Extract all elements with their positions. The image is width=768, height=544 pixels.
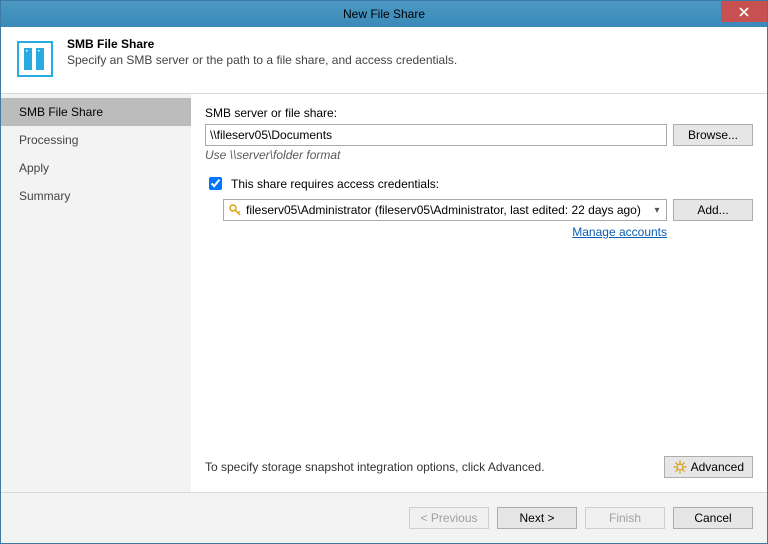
wizard-footer: < Previous Next > Finish Cancel: [1, 492, 767, 543]
header-subtitle: Specify an SMB server or the path to a f…: [67, 53, 457, 67]
smb-share-icon: [15, 39, 55, 79]
credentials-selected: fileserv05\Administrator (fileserv05\Adm…: [246, 203, 646, 217]
wizard-content: SMB server or file share: Browse... Use …: [191, 94, 767, 492]
add-credentials-button[interactable]: Add...: [673, 199, 753, 221]
advanced-button[interactable]: Advanced: [664, 456, 753, 478]
sidebar-item-label: Processing: [19, 133, 78, 147]
gear-icon: [673, 460, 687, 474]
header-title: SMB File Share: [67, 37, 457, 51]
credentials-checkbox-label: This share requires access credentials:: [231, 177, 439, 191]
sidebar-item-label: Summary: [19, 189, 70, 203]
sidebar-item-apply[interactable]: Apply: [1, 154, 191, 182]
cancel-button[interactable]: Cancel: [673, 507, 753, 529]
credentials-checkbox[interactable]: [209, 177, 222, 190]
manage-accounts-link[interactable]: Manage accounts: [572, 225, 667, 239]
advanced-button-label: Advanced: [691, 460, 744, 474]
window-title: New File Share: [343, 7, 425, 21]
browse-button[interactable]: Browse...: [673, 124, 753, 146]
titlebar: New File Share: [1, 1, 767, 27]
sidebar-item-label: SMB File Share: [19, 105, 103, 119]
finish-button: Finish: [585, 507, 665, 529]
credentials-dropdown[interactable]: fileserv05\Administrator (fileserv05\Adm…: [223, 199, 667, 221]
chevron-down-icon: ▾: [650, 205, 664, 216]
path-hint: Use \\server\folder format: [205, 148, 753, 162]
path-label: SMB server or file share:: [205, 106, 753, 120]
next-button[interactable]: Next >: [497, 507, 577, 529]
wizard-header: SMB File Share Specify an SMB server or …: [1, 27, 767, 94]
path-input[interactable]: [205, 124, 667, 146]
advanced-hint: To specify storage snapshot integration …: [205, 460, 545, 474]
wizard-window: New File Share SMB File Share Specify an…: [0, 0, 768, 544]
sidebar-item-smb-file-share[interactable]: SMB File Share: [1, 98, 191, 126]
previous-button: < Previous: [409, 507, 489, 529]
sidebar-item-summary[interactable]: Summary: [1, 182, 191, 210]
sidebar-item-label: Apply: [19, 161, 49, 175]
key-icon: [228, 203, 242, 217]
close-button[interactable]: [721, 1, 767, 22]
sidebar-item-processing[interactable]: Processing: [1, 126, 191, 154]
close-icon: [739, 7, 749, 17]
wizard-steps-sidebar: SMB File Share Processing Apply Summary: [1, 94, 191, 492]
